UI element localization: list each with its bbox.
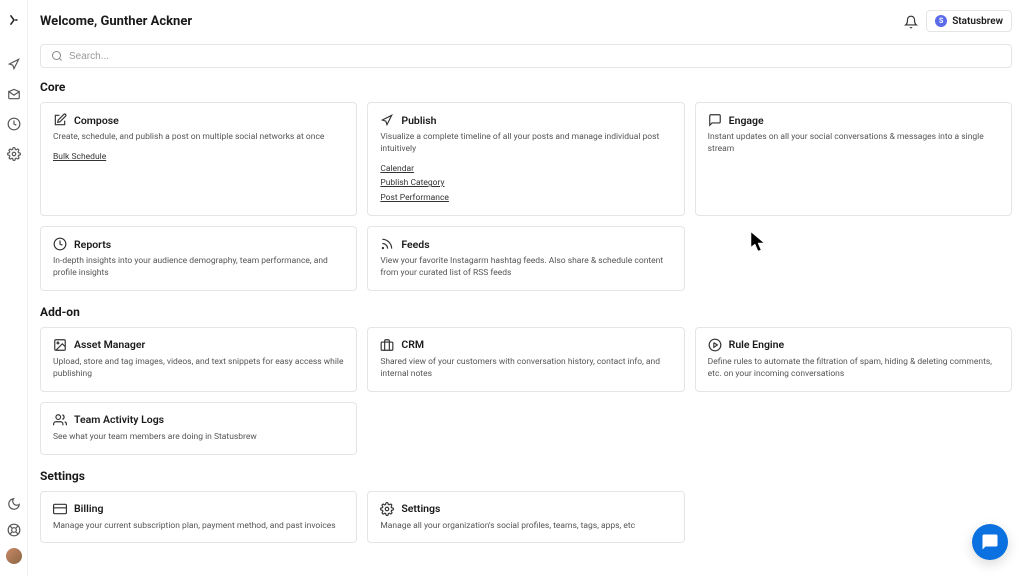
- card-title: Settings: [401, 502, 440, 515]
- card-rule-engine[interactable]: Rule Engine Define rules to automate the…: [695, 327, 1012, 392]
- card-desc: Define rules to automate the filtration …: [708, 357, 999, 381]
- sidebar-moon-icon[interactable]: [6, 496, 22, 512]
- billing-icon: [53, 502, 67, 516]
- main-content: Welcome, Gunther Ackner S Statusbrew Cor…: [28, 0, 1024, 576]
- card-asset-manager[interactable]: Asset Manager Upload, store and tag imag…: [40, 327, 357, 392]
- compose-icon: [53, 113, 67, 127]
- sidebar-help-icon[interactable]: [6, 522, 22, 538]
- notifications-icon[interactable]: [904, 14, 918, 28]
- sidebar-compose-icon[interactable]: [6, 56, 22, 72]
- card-desc: Instant updates on all your social conve…: [708, 132, 999, 156]
- sidebar-avatar[interactable]: [6, 548, 22, 564]
- card-compose[interactable]: Compose Create, schedule, and publish a …: [40, 102, 357, 216]
- card-crm[interactable]: CRM Shared view of your customers with c…: [367, 327, 684, 392]
- sidebar-settings-icon[interactable]: [6, 146, 22, 162]
- feeds-icon: [380, 237, 394, 251]
- sidebar-inbox-icon[interactable]: [6, 86, 22, 102]
- card-desc: In-depth insights into your audience dem…: [53, 256, 344, 280]
- asset-manager-icon: [53, 338, 67, 352]
- link-publish-category[interactable]: Publish Category: [380, 176, 671, 190]
- link-bulk-schedule[interactable]: Bulk Schedule: [53, 150, 344, 164]
- sidebar-dashboard-icon[interactable]: [6, 116, 22, 132]
- search-icon: [51, 50, 63, 62]
- card-publish[interactable]: Publish Visualize a complete timeline of…: [367, 102, 684, 216]
- card-title: Feeds: [401, 238, 429, 251]
- card-desc: Manage your current subscription plan, p…: [53, 521, 344, 533]
- card-settings[interactable]: Settings Manage all your organization's …: [367, 491, 684, 544]
- card-reports[interactable]: Reports In-depth insights into your audi…: [40, 226, 357, 291]
- card-desc: Manage all your organization's social pr…: [380, 521, 671, 533]
- card-title: Billing: [74, 502, 103, 515]
- card-title: CRM: [401, 338, 424, 351]
- card-title: Asset Manager: [74, 338, 145, 351]
- rule-engine-icon: [708, 338, 722, 352]
- settings-icon: [380, 502, 394, 516]
- sidebar: [0, 0, 28, 576]
- card-billing[interactable]: Billing Manage your current subscription…: [40, 491, 357, 544]
- section-title-core: Core: [40, 80, 1012, 94]
- card-title: Engage: [729, 114, 764, 127]
- card-desc: Visualize a complete timeline of all you…: [380, 132, 671, 156]
- chat-icon: [981, 533, 999, 551]
- card-desc: View your favorite Instagarm hashtag fee…: [380, 256, 671, 280]
- team-activity-icon: [53, 413, 67, 427]
- reports-icon: [53, 237, 67, 251]
- card-title: Team Activity Logs: [74, 413, 164, 426]
- logo-icon[interactable]: [6, 12, 22, 28]
- card-title: Compose: [74, 114, 119, 127]
- link-calendar[interactable]: Calendar: [380, 162, 671, 176]
- org-avatar-icon: S: [935, 15, 947, 27]
- search-bar[interactable]: [40, 44, 1012, 68]
- card-desc: Upload, store and tag images, videos, an…: [53, 357, 344, 381]
- org-name: Statusbrew: [952, 16, 1003, 27]
- welcome-text: Welcome, Gunther Ackner: [40, 14, 192, 29]
- link-post-performance[interactable]: Post Performance: [380, 191, 671, 205]
- publish-icon: [380, 113, 394, 127]
- engage-icon: [708, 113, 722, 127]
- card-title: Reports: [74, 238, 111, 251]
- chat-widget-button[interactable]: [972, 524, 1008, 560]
- crm-icon: [380, 338, 394, 352]
- card-feeds[interactable]: Feeds View your favorite Instagarm hasht…: [367, 226, 684, 291]
- card-title: Publish: [401, 114, 436, 127]
- search-input[interactable]: [69, 51, 1001, 62]
- card-desc: See what your team members are doing in …: [53, 432, 344, 444]
- card-desc: Shared view of your customers with conve…: [380, 357, 671, 381]
- section-title-settings: Settings: [40, 469, 1012, 483]
- card-team-activity[interactable]: Team Activity Logs See what your team me…: [40, 402, 357, 455]
- card-title: Rule Engine: [729, 338, 785, 351]
- org-selector[interactable]: S Statusbrew: [926, 10, 1012, 32]
- section-title-addon: Add-on: [40, 305, 1012, 319]
- header: Welcome, Gunther Ackner S Statusbrew: [40, 0, 1012, 44]
- card-desc: Create, schedule, and publish a post on …: [53, 132, 344, 144]
- card-engage[interactable]: Engage Instant updates on all your socia…: [695, 102, 1012, 216]
